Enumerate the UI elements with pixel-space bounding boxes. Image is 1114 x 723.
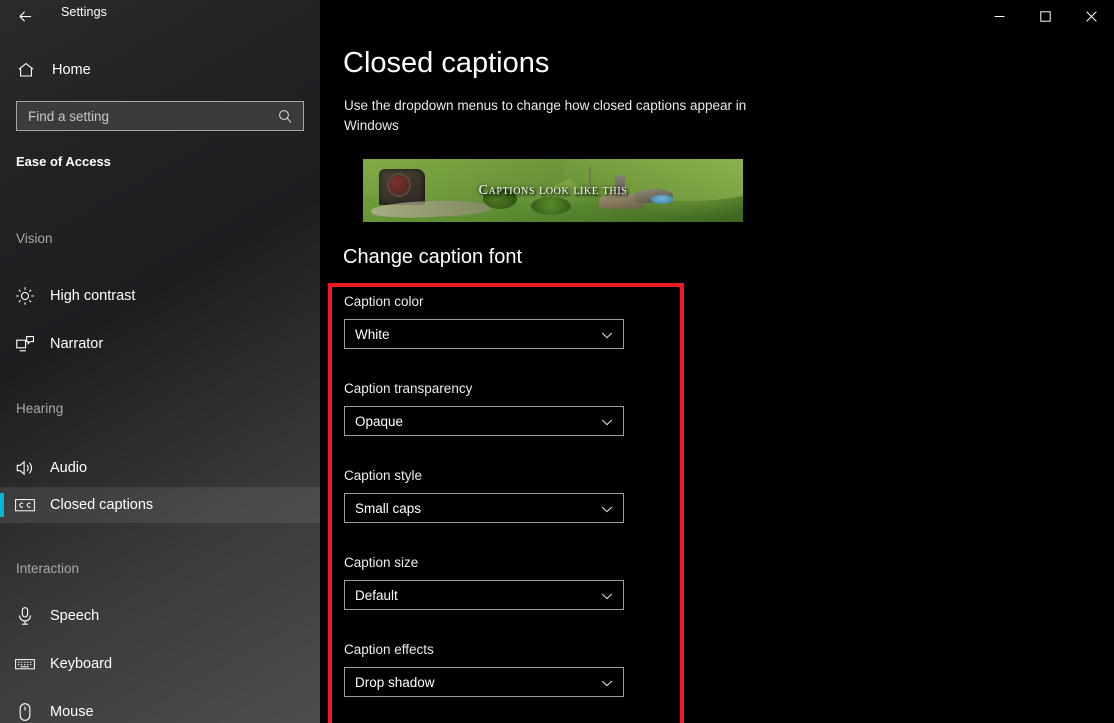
label-caption-color: Caption color <box>344 294 424 309</box>
window-controls <box>976 0 1114 32</box>
dropdown-caption-size-value: Default <box>355 588 398 603</box>
sidebar-item-closed-captions[interactable]: Closed captions <box>0 487 320 523</box>
sidebar-item-mouse[interactable]: Mouse <box>0 694 320 723</box>
home-icon <box>16 60 36 80</box>
sidebar-item-high-contrast[interactable]: High contrast <box>0 278 320 314</box>
sidebar-item-audio[interactable]: Audio <box>0 450 320 486</box>
chevron-down-icon <box>600 589 614 603</box>
sidebar-group-vision: Vision <box>16 231 53 246</box>
app-title: Settings <box>61 5 107 19</box>
page-title: Closed captions <box>343 47 549 80</box>
sidebar-item-home-label: Home <box>52 62 91 78</box>
keyboard-icon <box>14 656 36 672</box>
sidebar-item-label: High contrast <box>50 288 135 304</box>
dropdown-caption-transparency-value: Opaque <box>355 414 403 429</box>
caption-preview-image: Captions look like this <box>363 159 743 222</box>
search-input[interactable]: Find a setting <box>16 101 304 131</box>
speaker-icon <box>14 457 36 479</box>
back-arrow-icon <box>18 9 33 24</box>
narrator-icon <box>14 333 36 355</box>
back-button[interactable] <box>10 2 40 30</box>
close-button[interactable] <box>1068 0 1114 32</box>
minimize-button[interactable] <box>976 0 1022 32</box>
dropdown-caption-style[interactable]: Small caps <box>344 493 624 523</box>
sidebar-item-speech[interactable]: Speech <box>0 598 320 634</box>
dropdown-caption-style-value: Small caps <box>355 501 421 516</box>
dropdown-caption-color[interactable]: White <box>344 319 624 349</box>
maximize-button[interactable] <box>1022 0 1068 32</box>
main-content: Closed captions Use the dropdown menus t… <box>320 0 1114 723</box>
chevron-down-icon <box>600 415 614 429</box>
cc-icon <box>14 497 36 513</box>
sidebar-item-label: Audio <box>50 460 87 476</box>
microphone-icon <box>14 605 36 627</box>
dropdown-caption-color-value: White <box>355 327 390 342</box>
sidebar-item-label: Mouse <box>50 704 94 720</box>
sidebar-item-label: Keyboard <box>50 656 112 672</box>
sidebar: Settings Home Find a setting Ease of Acc… <box>0 0 320 723</box>
dropdown-caption-transparency[interactable]: Opaque <box>344 406 624 436</box>
section-title-change-caption-font: Change caption font <box>343 246 522 269</box>
preview-bush <box>531 197 571 215</box>
sidebar-item-label: Speech <box>50 608 99 624</box>
maximize-icon <box>1040 11 1051 22</box>
sidebar-item-keyboard[interactable]: Keyboard <box>0 646 320 682</box>
chevron-down-icon <box>600 676 614 690</box>
titlebar-left-region: Settings <box>0 0 320 32</box>
settings-window: Settings Home Find a setting Ease of Acc… <box>0 0 1114 723</box>
page-description: Use the dropdown menus to change how clo… <box>344 96 769 136</box>
label-caption-style: Caption style <box>344 468 422 483</box>
chevron-down-icon <box>600 502 614 516</box>
sidebar-group-hearing: Hearing <box>16 401 63 416</box>
label-caption-size: Caption size <box>344 555 418 570</box>
label-caption-transparency: Caption transparency <box>344 381 472 396</box>
sidebar-category-title: Ease of Access <box>16 154 111 169</box>
brightness-icon <box>14 285 36 307</box>
sidebar-item-home[interactable]: Home <box>0 55 320 85</box>
search-icon <box>277 108 294 125</box>
label-caption-effects: Caption effects <box>344 642 434 657</box>
sidebar-group-interaction: Interaction <box>16 561 79 576</box>
search-placeholder: Find a setting <box>28 109 109 124</box>
dropdown-caption-effects[interactable]: Drop shadow <box>344 667 624 697</box>
minimize-icon <box>994 11 1005 22</box>
sidebar-item-label: Closed captions <box>50 497 153 513</box>
mouse-icon <box>14 701 36 723</box>
dropdown-caption-effects-value: Drop shadow <box>355 675 435 690</box>
chevron-down-icon <box>600 328 614 342</box>
preview-caption-text: Captions look like this <box>363 183 743 199</box>
dropdown-caption-size[interactable]: Default <box>344 580 624 610</box>
sidebar-item-label: Narrator <box>50 336 103 352</box>
close-icon <box>1086 11 1097 22</box>
sidebar-item-narrator[interactable]: Narrator <box>0 326 320 362</box>
